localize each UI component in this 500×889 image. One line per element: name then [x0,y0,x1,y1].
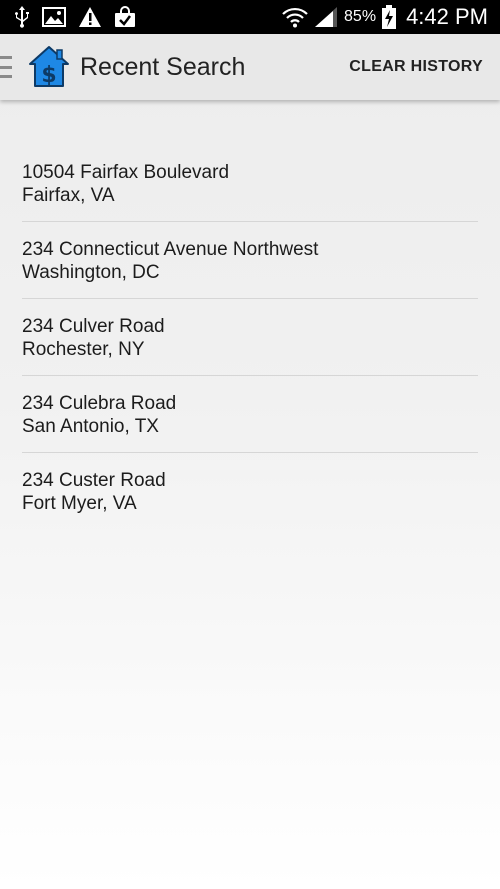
list-item[interactable]: 234 Culver Road Rochester, NY [22,299,478,376]
city-state: Rochester, NY [22,339,145,360]
status-bar: 85% 4:42 PM [0,0,500,34]
wifi-icon [282,7,308,28]
system-icons: 85% 4:42 PM [282,4,500,30]
city-state: San Antonio, TX [22,416,159,437]
street-address: 10504 Fairfax Boulevard [22,162,230,183]
clock: 4:42 PM [406,4,488,29]
list-item[interactable]: 234 Culebra Road San Antonio, TX [22,376,478,453]
drawer-menu-icon[interactable] [0,56,14,78]
clear-history-button[interactable]: CLEAR HISTORY [349,58,483,76]
street-address: 234 Culebra Road [22,393,177,414]
street-address: 234 Connecticut Avenue Northwest [22,239,319,260]
list-item[interactable]: 234 Connecticut Avenue Northwest Washing… [22,222,478,299]
usb-icon [15,6,29,28]
list-item[interactable]: 10504 Fairfax Boulevard Fairfax, VA [22,145,478,222]
street-address: 234 Culver Road [22,316,165,337]
battery-charging-icon [382,5,397,29]
signal-icon [315,7,338,27]
shopping-bag-icon [115,6,135,27]
city-state: Fort Myer, VA [22,493,137,514]
list-item[interactable]: 234 Custer Road Fort Myer, VA [22,453,478,530]
recent-search-list: 10504 Fairfax Boulevard Fairfax, VA 234 … [0,145,500,530]
battery-percent: 85% [344,8,377,25]
warning-icon [79,7,101,27]
page-title: Recent Search [80,52,246,81]
notification-icons [0,6,136,28]
svg-text:$: $ [41,63,56,88]
city-state: Washington, DC [22,262,160,283]
city-state: Fairfax, VA [22,185,115,206]
street-address: 234 Custer Road [22,470,166,491]
action-bar: $ Recent Search CLEAR HISTORY [0,34,500,100]
app-home-dollar-icon[interactable]: $ [28,45,70,89]
image-icon [42,7,66,27]
